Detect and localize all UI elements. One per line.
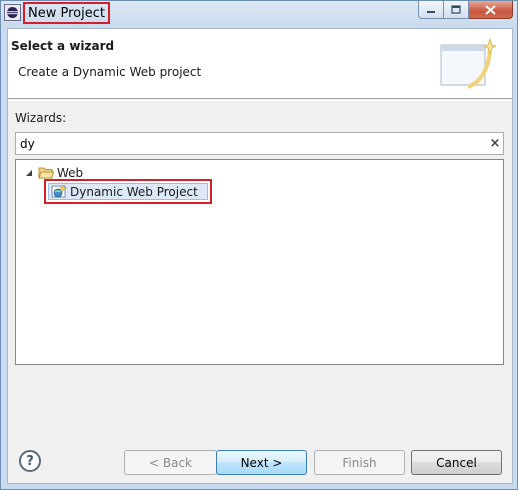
close-icon <box>485 4 496 15</box>
eclipse-app-icon <box>4 4 21 21</box>
banner-separator <box>8 100 512 101</box>
banner-title: Select a wizard <box>11 39 115 53</box>
wizards-label: Wizards: <box>15 111 67 125</box>
window-title: New Project <box>28 5 105 21</box>
tree-item-dynamic-web-project-label: Dynamic Web Project <box>70 184 198 199</box>
dialog-client-area: Select a wizard Create a Dynamic Web pro… <box>7 28 513 484</box>
wizard-banner: Select a wizard Create a Dynamic Web pro… <box>8 29 512 99</box>
help-button[interactable]: ? <box>19 450 41 472</box>
back-button[interactable]: < Back <box>124 450 217 475</box>
minimize-icon <box>427 10 435 13</box>
clear-icon: × <box>489 135 501 151</box>
wizards-tree[interactable]: Web Dynamic Web Project <box>15 159 504 365</box>
banner-description: Create a Dynamic Web project <box>18 65 202 79</box>
dynamic-web-project-icon <box>51 184 67 198</box>
wizard-banner-graphic-icon <box>440 37 496 89</box>
finish-button[interactable]: Finish <box>314 450 405 475</box>
new-project-dialog: New Project Select a wizard Create a Dyn… <box>0 0 518 490</box>
clear-filter-button[interactable]: × <box>488 135 502 151</box>
tree-item-dynamic-web-project[interactable]: Dynamic Web Project <box>48 183 208 200</box>
tree-item-web-label: Web <box>57 166 84 180</box>
wizard-filter-input[interactable] <box>15 132 504 155</box>
selected-item-highlight: Dynamic Web Project <box>44 179 212 204</box>
maximize-button[interactable] <box>444 1 469 19</box>
title-bar[interactable]: New Project <box>1 1 517 27</box>
next-button[interactable]: Next > <box>216 450 307 475</box>
window-controls <box>418 1 513 19</box>
help-icon: ? <box>26 453 34 469</box>
minimize-button[interactable] <box>418 1 444 19</box>
title-highlight: New Project <box>23 2 110 24</box>
expand-arrow-icon[interactable] <box>24 168 34 178</box>
cancel-button[interactable]: Cancel <box>411 450 502 475</box>
maximize-icon <box>451 5 461 14</box>
close-button[interactable] <box>469 1 513 19</box>
folder-open-icon <box>38 167 54 179</box>
